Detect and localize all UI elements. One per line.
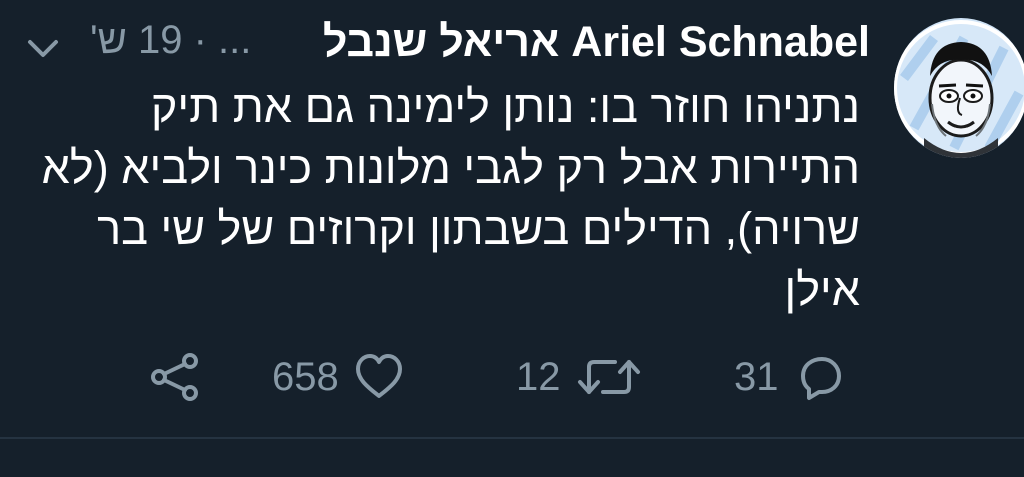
tweet-line: נתניהו חוזר בו: נותן לימינה גם את תיק <box>150 81 860 132</box>
share-icon <box>151 353 198 401</box>
avatar[interactable] <box>894 18 1024 158</box>
tweet-line: אילן <box>784 264 860 315</box>
tweet-text: נתניהו חוזר בו: נותן לימינה גם את תיק הת… <box>20 76 860 320</box>
tweet-line: שרויה), הדילים בשבתון וקרוזים של שי בר <box>97 203 860 254</box>
reply-button[interactable]: 31 <box>734 345 845 409</box>
retweet-button[interactable]: 12 <box>516 345 641 409</box>
tweet-time[interactable]: 19 ש' <box>90 18 182 62</box>
tweet[interactable]: Ariel Schnabel אריאל שנבל ... · 19 ש' נת… <box>0 0 1024 437</box>
reply-icon <box>800 357 841 400</box>
tweet-divider <box>0 437 1024 439</box>
tweet-actions: 31 12 658 <box>0 345 1024 409</box>
tweet-line: התיירות אבל רק לגבי מלונות כינר ולביא (ל… <box>41 142 860 193</box>
retweet-count: 12 <box>516 354 561 399</box>
like-count: 658 <box>272 354 339 399</box>
author-name[interactable]: Ariel Schnabel אריאל שנבל <box>323 18 870 67</box>
tweet-meta: ... · 19 ש' <box>90 18 251 63</box>
share-button[interactable] <box>148 345 202 409</box>
tweet-header: Ariel Schnabel אריאל שנבל ... · 19 ש' <box>20 14 870 74</box>
handle-ellipsis[interactable]: ... <box>218 18 251 62</box>
heart-icon <box>355 354 402 398</box>
reply-count: 31 <box>734 354 779 399</box>
like-button[interactable]: 658 <box>272 345 405 409</box>
retweet-icon <box>577 360 640 394</box>
chevron-down-icon[interactable] <box>26 36 60 60</box>
meta-separator: · <box>193 18 207 62</box>
avatar-illustration <box>894 20 1024 158</box>
